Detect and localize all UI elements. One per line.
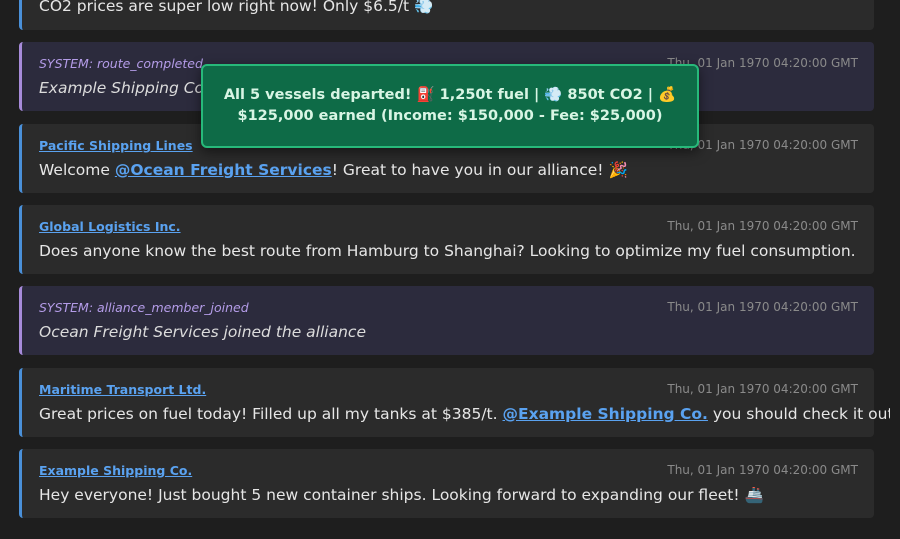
message-body: Welcome @Ocean Freight Services! Great t… [39, 161, 628, 179]
chat-message: CO2 prices are super low right now! Only… [19, 0, 874, 30]
message-body: Hey everyone! Just bought 5 new containe… [39, 486, 764, 504]
message-body: Ocean Freight Services joined the allian… [39, 323, 366, 341]
mention-link[interactable]: @Example Shipping Co. [502, 405, 707, 423]
message-body: CO2 prices are super low right now! Only… [39, 0, 434, 15]
mention-link[interactable]: @Ocean Freight Services [115, 161, 332, 179]
sender-link[interactable]: Pacific Shipping Lines [39, 138, 193, 153]
message-timestamp: Thu, 01 Jan 1970 04:20:00 GMT [667, 382, 858, 396]
system-event-label: SYSTEM: alliance_member_joined [39, 300, 249, 315]
chat-message: Example Shipping Co. Thu, 01 Jan 1970 04… [19, 449, 874, 518]
message-text: Great prices on fuel today! Filled up al… [39, 405, 503, 423]
message-body: Does anyone know the best route from Ham… [39, 242, 856, 260]
message-text: you should check it out! [707, 405, 900, 423]
system-message: SYSTEM: alliance_member_joined Thu, 01 J… [19, 286, 874, 355]
message-body: Example Shipping Co. c [39, 79, 223, 97]
message-text: ! Great to have you in our alliance! 🎉 [331, 161, 628, 179]
message-text: Welcome [39, 161, 115, 179]
sender-link[interactable]: Example Shipping Co. [39, 463, 192, 478]
message-body: Great prices on fuel today! Filled up al… [39, 405, 900, 423]
toast-line-1: All 5 vessels departed! ⛽ 1,250t fuel | … [223, 87, 677, 103]
toast-line-2: $125,000 earned (Income: $150,000 - Fee:… [237, 108, 663, 124]
chat-message: Global Logistics Inc. Thu, 01 Jan 1970 0… [19, 205, 874, 274]
system-event-label: SYSTEM: route_completed [39, 56, 203, 71]
departure-notification-toast[interactable]: All 5 vessels departed! ⛽ 1,250t fuel | … [201, 64, 699, 148]
scrollbar[interactable] [890, 0, 900, 539]
message-timestamp: Thu, 01 Jan 1970 04:20:00 GMT [667, 463, 858, 477]
message-timestamp: Thu, 01 Jan 1970 04:20:00 GMT [667, 219, 858, 233]
sender-link[interactable]: Maritime Transport Ltd. [39, 382, 206, 397]
message-timestamp: Thu, 01 Jan 1970 04:20:00 GMT [667, 300, 858, 314]
chat-message: Maritime Transport Ltd. Thu, 01 Jan 1970… [19, 368, 900, 437]
sender-link[interactable]: Global Logistics Inc. [39, 219, 181, 234]
